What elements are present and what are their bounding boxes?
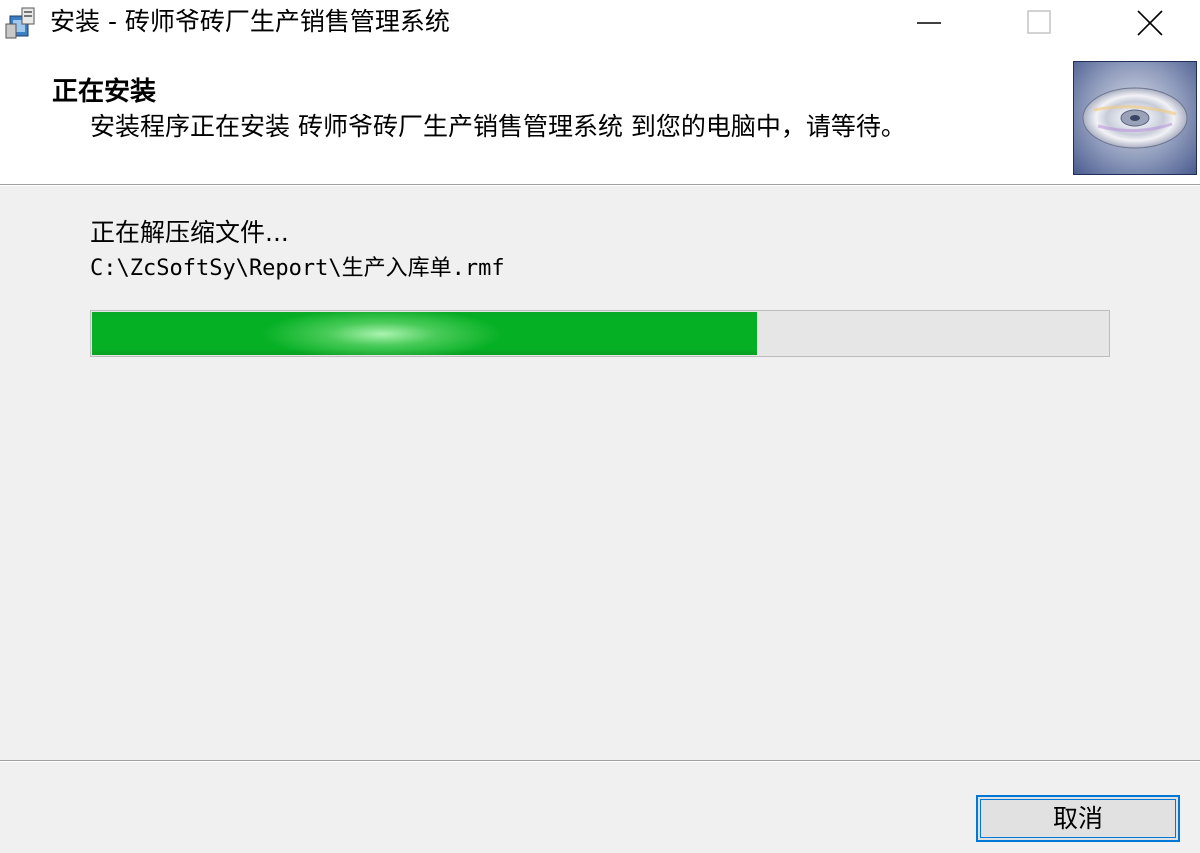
page-description: 安装程序正在安装 砖师爷砖厂生产销售管理系统 到您的电脑中，请等待。	[90, 112, 906, 141]
installer-window: 安装 - 砖师爷砖厂生产销售管理系统 正在安装 安装程序正在安装 砖师爷砖厂生产…	[0, 0, 1200, 853]
close-button[interactable]	[1094, 0, 1200, 44]
title-bar[interactable]: 安装 - 砖师爷砖厂生产销售管理系统	[0, 0, 1200, 44]
progress-fill	[92, 312, 757, 355]
window-title: 安装 - 砖师爷砖厂生产销售管理系统	[50, 7, 450, 36]
cd-disc-icon	[1073, 61, 1197, 175]
install-progress-bar	[90, 310, 1110, 357]
page-title: 正在安装	[52, 77, 157, 107]
maximize-button[interactable]	[984, 0, 1094, 44]
current-file-label: C:\ZcSoftSy\Report\生产入库单.rmf	[90, 256, 505, 281]
close-icon	[1137, 10, 1163, 36]
minimize-button[interactable]	[874, 0, 984, 44]
cancel-button[interactable]: 取消	[976, 795, 1180, 842]
status-label: 正在解压缩文件...	[90, 218, 289, 247]
header-panel: 正在安装 安装程序正在安装 砖师爷砖厂生产销售管理系统 到您的电脑中，请等待。	[0, 44, 1200, 184]
maximize-icon	[1027, 10, 1051, 34]
minimize-icon	[917, 22, 941, 24]
cancel-focus-ring	[980, 799, 1176, 838]
header-separator	[0, 184, 1200, 187]
footer-separator	[0, 760, 1200, 763]
installer-icon	[4, 6, 38, 40]
